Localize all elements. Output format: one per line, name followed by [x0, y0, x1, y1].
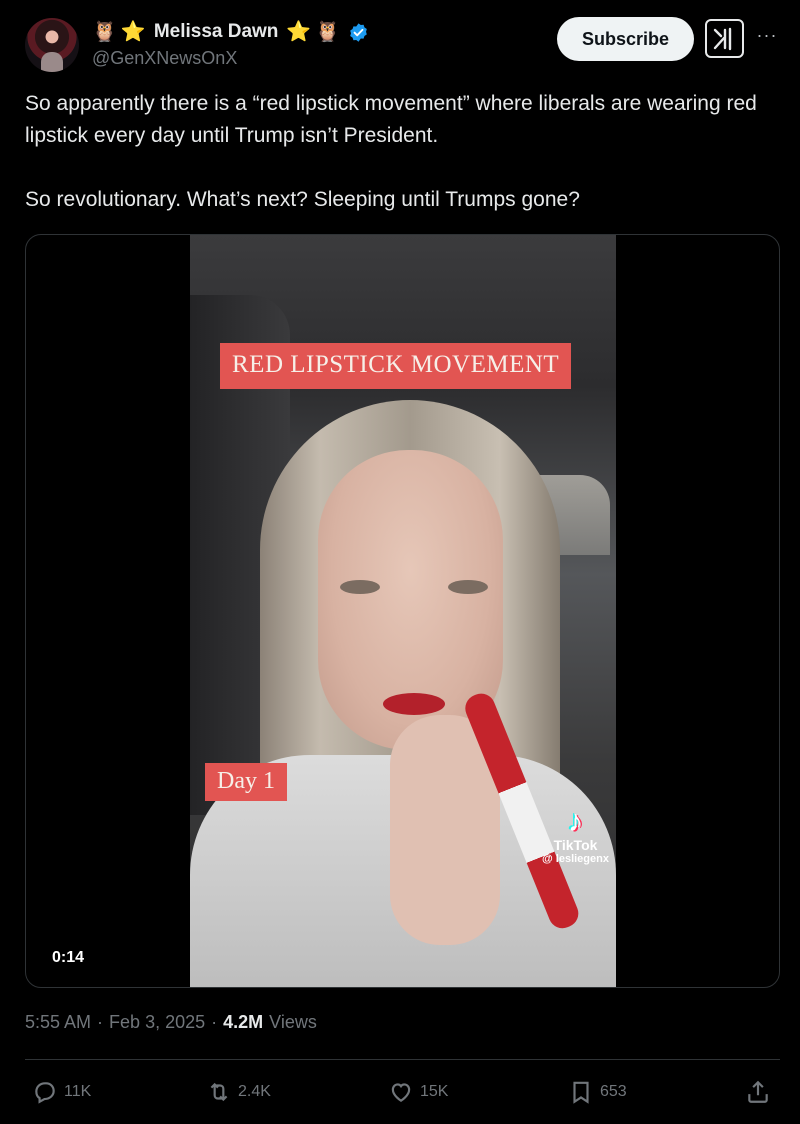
- avatar[interactable]: [25, 18, 79, 72]
- video-duration: 0:14: [46, 947, 91, 969]
- grok-icon[interactable]: [705, 19, 744, 58]
- repost-icon: [210, 1082, 228, 1102]
- owl-emoji-icon: 🦉: [92, 21, 117, 43]
- subscribe-button[interactable]: Subscribe: [557, 17, 694, 61]
- person-lips: [383, 693, 445, 715]
- author-display-name[interactable]: Melissa Dawn: [154, 21, 279, 43]
- meta-separator: ·: [211, 1012, 218, 1032]
- person-eye: [340, 580, 380, 594]
- owl-emoji-icon: 🦉: [315, 21, 341, 43]
- author-handle[interactable]: @GenXNewsOnX: [92, 48, 237, 69]
- heart-icon: [391, 1083, 411, 1102]
- star-emoji-icon: ⭐: [120, 21, 146, 43]
- tweet-text: So apparently there is a “red lipstick m…: [25, 88, 765, 216]
- tweet: 🦉 ⭐ Melissa Dawn ⭐ 🦉 @GenXNewsOnX Subscr…: [0, 0, 800, 1124]
- post-date[interactable]: Feb 3, 2025: [109, 1012, 205, 1033]
- author-name-row[interactable]: 🦉 ⭐ Melissa Dawn ⭐ 🦉: [92, 18, 369, 46]
- post-time[interactable]: 5:55 AM: [25, 1012, 91, 1033]
- video-caption-title: RED LIPSTICK MOVEMENT: [220, 343, 572, 389]
- tiktok-username: @ lesliegenx: [542, 853, 609, 865]
- more-options-icon[interactable]: ···: [756, 24, 778, 46]
- repost-count: 2.4K: [238, 1083, 271, 1100]
- star-emoji-icon: ⭐: [286, 21, 312, 43]
- repost-button[interactable]: 2.4K: [206, 1076, 271, 1108]
- reply-count: 11K: [64, 1083, 92, 1100]
- tweet-paragraph: So revolutionary. What’s next? Sleeping …: [25, 188, 580, 211]
- views-count[interactable]: 4.2M: [223, 1012, 263, 1033]
- reply-icon: [35, 1082, 55, 1104]
- video-player[interactable]: RED LIPSTICK MOVEMENT Day 1 ♪ TikTok @ l…: [25, 234, 780, 988]
- like-count: 15K: [420, 1083, 449, 1100]
- tiktok-watermark: ♪ TikTok @ lesliegenx: [538, 805, 613, 866]
- views-label: Views: [269, 1012, 317, 1032]
- video-frame[interactable]: RED LIPSTICK MOVEMENT Day 1 ♪ TikTok @ l…: [190, 235, 616, 987]
- tiktok-logo-icon: ♪: [568, 805, 583, 838]
- like-button[interactable]: 15K: [388, 1076, 448, 1108]
- divider: [25, 1059, 780, 1060]
- reply-button[interactable]: 11K: [32, 1076, 91, 1108]
- verified-badge-icon[interactable]: [348, 22, 369, 43]
- tweet-meta: 5:55 AM · Feb 3, 2025 · 4.2M Views: [25, 1012, 317, 1033]
- person-eye: [448, 580, 488, 594]
- bookmark-count: 653: [600, 1083, 627, 1100]
- share-button[interactable]: [745, 1076, 771, 1108]
- tweet-paragraph: So apparently there is a “red lipstick m…: [25, 92, 757, 147]
- tiktok-name: TikTok: [553, 837, 598, 853]
- share-icon: [748, 1080, 768, 1103]
- bookmark-icon: [573, 1081, 589, 1104]
- bookmark-button[interactable]: 653: [568, 1076, 627, 1108]
- video-caption-day: Day 1: [205, 763, 287, 801]
- meta-separator: ·: [97, 1012, 104, 1032]
